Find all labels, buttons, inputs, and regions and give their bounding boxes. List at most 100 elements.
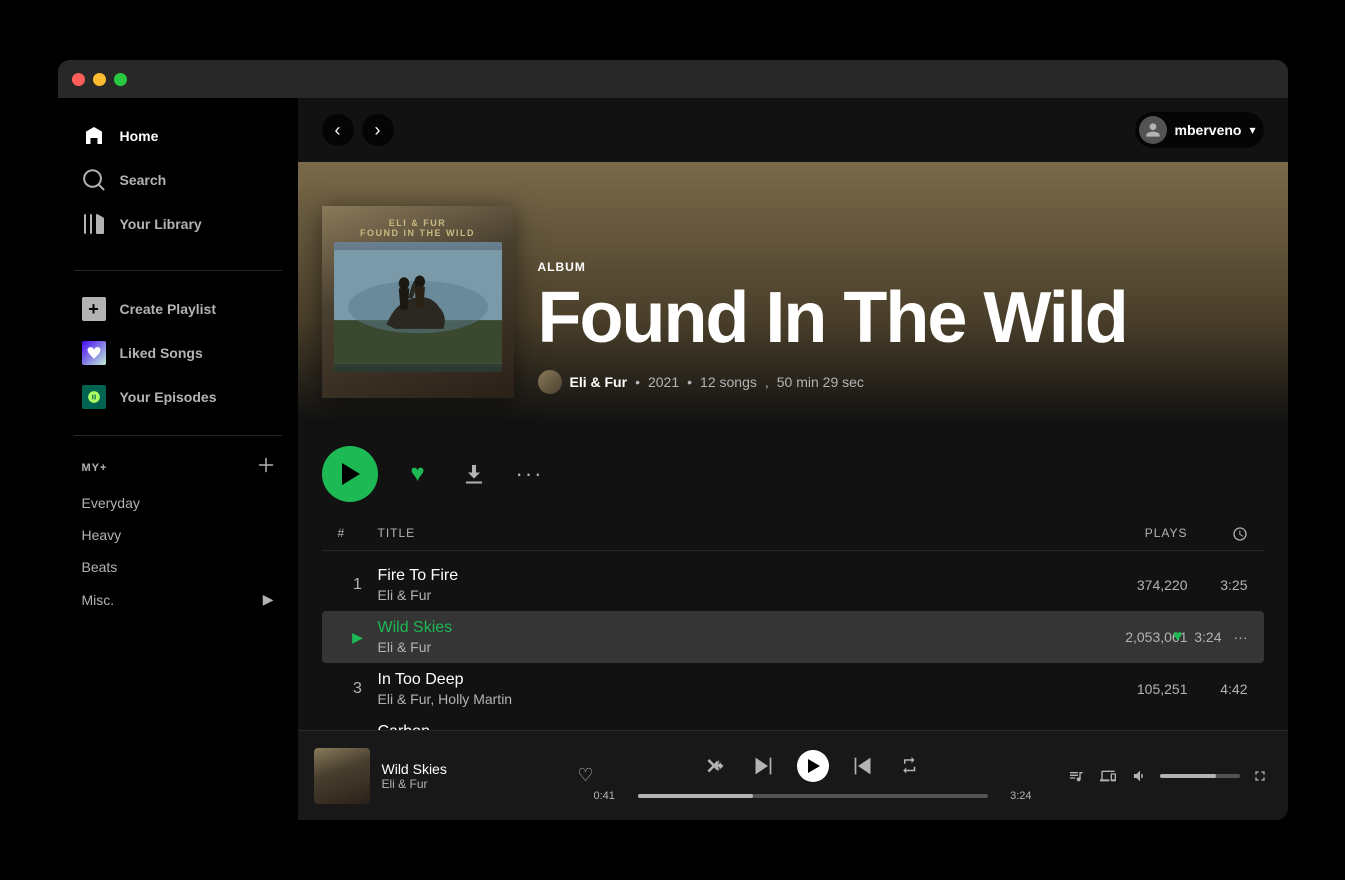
track-info-2: Wild Skies Eli & Fur xyxy=(378,619,1068,655)
now-playing-left: Wild Skies Eli & Fur ♡ xyxy=(314,748,594,804)
devices-button[interactable] xyxy=(1096,764,1120,788)
album-artist-link[interactable]: Eli & Fur xyxy=(570,374,628,390)
track-artist-2: Eli & Fur xyxy=(378,639,1068,655)
current-time: 0:41 xyxy=(594,790,630,802)
table-row[interactable]: 3 In Too Deep Eli & Fur, Holly Martin 10… xyxy=(322,663,1264,715)
username-label: mberveno xyxy=(1175,122,1242,138)
download-button[interactable] xyxy=(458,458,490,490)
track-heart-icon[interactable]: ♥ xyxy=(1173,628,1183,646)
track-duration-cell-2: ♥ 3:24 ··· xyxy=(1188,628,1248,646)
table-row[interactable]: 1 Fire To Fire Eli & Fur 374,220 3:25 xyxy=(322,559,1264,611)
playlist-header-label: MY+ xyxy=(82,462,108,474)
sidebar-item-library[interactable]: Your Library xyxy=(66,202,290,246)
playlist-item-misc[interactable]: Misc. ▶ xyxy=(58,583,298,616)
like-album-button[interactable]: ♥ xyxy=(402,458,434,490)
previous-button[interactable] xyxy=(749,752,777,780)
album-cover-horse xyxy=(334,242,502,372)
track-artist-3: Eli & Fur, Holly Martin xyxy=(378,691,1068,707)
playlist-item-heavy[interactable]: Heavy xyxy=(58,519,298,551)
progress-bar-container: 0:41 3:24 xyxy=(594,790,1032,802)
close-button[interactable] xyxy=(72,73,85,86)
forward-button[interactable]: › xyxy=(362,114,394,146)
shuffle-button[interactable] xyxy=(703,753,729,779)
sidebar: Home Search Your xyxy=(58,98,298,820)
playlist-section-header: MY+ xyxy=(58,452,298,487)
track-info-1: Fire To Fire Eli & Fur xyxy=(378,567,1068,603)
play-pause-button[interactable] xyxy=(797,750,829,782)
progress-track[interactable] xyxy=(638,794,988,798)
sidebar-item-home[interactable]: Home xyxy=(66,114,290,158)
track-plays-3: 105,251 xyxy=(1068,681,1188,697)
search-icon xyxy=(82,168,106,192)
artist-avatar xyxy=(538,370,562,394)
album-cover: Eli & FurFOUND IN THE WILD xyxy=(322,206,514,398)
your-episodes-item[interactable]: Your Episodes xyxy=(66,375,290,419)
create-playlist-item[interactable]: + Create Playlist xyxy=(66,287,290,331)
next-button[interactable] xyxy=(849,752,877,780)
create-playlist-label: Create Playlist xyxy=(120,301,217,317)
maximize-button[interactable] xyxy=(114,73,127,86)
home-icon xyxy=(82,124,106,148)
track-duration-cell-3: 4:42 xyxy=(1188,681,1248,697)
playlist-item-beats[interactable]: Beats xyxy=(58,551,298,583)
album-songs: 12 songs xyxy=(700,374,757,390)
minimize-button[interactable] xyxy=(93,73,106,86)
nav-buttons: ‹ › xyxy=(322,114,394,146)
album-info: ALBUM Found In The Wild Eli & Fur • 2021… xyxy=(538,260,1264,398)
playlist-item-everyday[interactable]: Everyday xyxy=(58,487,298,519)
user-menu[interactable]: mberveno ▾ xyxy=(1135,112,1264,148)
table-row[interactable]: 4 Carbon Eli & Fur 417,876 4:30 xyxy=(322,715,1264,730)
sidebar-divider xyxy=(74,270,282,271)
content-header: ‹ › mberveno ▾ xyxy=(298,98,1288,162)
album-cover-subtitle: FOUND IN THE WILD xyxy=(360,228,475,238)
content-scroll[interactable]: Eli & Fur FOUND IN THE WILD xyxy=(298,162,1288,730)
playlist-misc-label: Misc. xyxy=(82,592,115,608)
chevron-right-icon: ▶ xyxy=(263,591,274,608)
play-triangle-icon xyxy=(342,463,360,485)
episodes-icon xyxy=(82,385,106,409)
add-playlist-icon[interactable] xyxy=(258,456,274,479)
volume-bar[interactable] xyxy=(1160,774,1240,778)
liked-songs-item[interactable]: Liked Songs xyxy=(66,331,290,375)
library-label: Your Library xyxy=(120,216,202,232)
album-duration: 50 min 29 sec xyxy=(777,374,864,390)
queue-button[interactable] xyxy=(1064,764,1088,788)
sidebar-divider-2 xyxy=(74,435,282,436)
now-playing-thumbnail xyxy=(314,748,370,804)
table-row[interactable]: 2 ▶ Wild Skies Eli & Fur 2,053,061 ♥ 3:2… xyxy=(322,611,1264,663)
track-number-1: 1 xyxy=(338,576,378,594)
sidebar-item-search[interactable]: Search xyxy=(66,158,290,202)
sidebar-playlists: MY+ Everyday Heavy Beats xyxy=(58,444,298,812)
track-name-3: In Too Deep xyxy=(378,671,1068,689)
meta-dot-2: • xyxy=(687,374,692,390)
avatar xyxy=(1139,116,1167,144)
album-type: ALBUM xyxy=(538,260,1264,274)
now-playing-artist: Eli & Fur xyxy=(382,777,566,791)
library-icon xyxy=(82,212,106,236)
sidebar-nav: Home Search Your xyxy=(58,106,298,262)
app-window: Home Search Your xyxy=(58,60,1288,820)
track-number-3: 3 xyxy=(338,680,378,698)
track-list: # TITLE PLAYS 1 Fire To Fire xyxy=(298,518,1288,730)
more-options-button[interactable]: ··· xyxy=(514,458,546,490)
volume-fill xyxy=(1160,774,1216,778)
album-cover-image: Eli & FurFOUND IN THE WILD xyxy=(322,206,514,398)
album-controls: ♥ ··· xyxy=(298,422,1288,518)
play-button-large[interactable] xyxy=(322,446,378,502)
back-button[interactable]: ‹ xyxy=(322,114,354,146)
fullscreen-button[interactable] xyxy=(1248,764,1272,788)
home-label: Home xyxy=(120,128,159,144)
repeat-button[interactable] xyxy=(897,753,923,779)
liked-songs-label: Liked Songs xyxy=(120,345,203,361)
search-label: Search xyxy=(120,172,167,188)
track-duration-3: 4:42 xyxy=(1220,681,1247,697)
now-playing-heart-button[interactable]: ♡ xyxy=(577,765,593,786)
playlist-beats-label: Beats xyxy=(82,559,118,575)
volume-button[interactable] xyxy=(1128,764,1152,788)
track-name-2: Wild Skies xyxy=(378,619,1068,637)
now-playing-info: Wild Skies Eli & Fur xyxy=(382,761,566,791)
content-area: ‹ › mberveno ▾ xyxy=(298,98,1288,820)
album-meta: Eli & Fur • 2021 • 12 songs , 50 min 29 … xyxy=(538,370,1264,394)
track-more-icon[interactable]: ··· xyxy=(1234,629,1248,645)
track-duration-cell-1: 3:25 xyxy=(1188,577,1248,593)
